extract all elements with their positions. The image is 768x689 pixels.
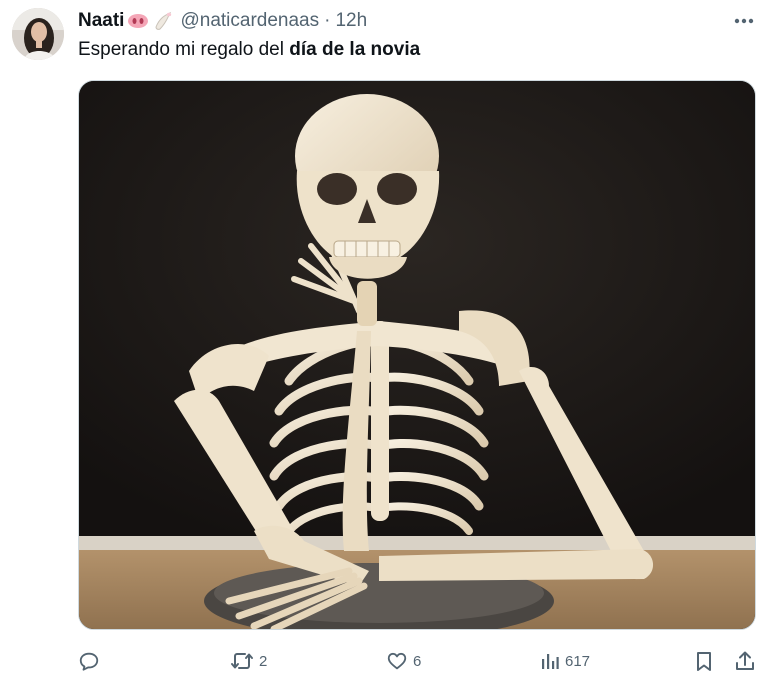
reply-icon xyxy=(79,652,99,671)
views-bar-chart-icon xyxy=(542,654,559,669)
author-display-name[interactable]: Naati xyxy=(78,10,124,32)
avatar-image xyxy=(12,8,64,60)
tweet-header: Naati @naticardenaas · 12h xyxy=(78,8,754,34)
share-icon xyxy=(736,651,754,670)
tweet-media[interactable] xyxy=(78,80,756,630)
retweet-count: 2 xyxy=(259,652,268,670)
views-button[interactable]: 617 xyxy=(540,648,590,674)
bookmark-icon xyxy=(697,652,711,671)
skeleton-waiting-image xyxy=(79,81,755,629)
like-button[interactable]: 6 xyxy=(386,648,421,674)
more-dots-icon xyxy=(734,18,754,24)
bookmark-button[interactable] xyxy=(694,648,714,674)
tweet[interactable]: Naati @naticardenaas · 12h Esperando mi … xyxy=(0,0,768,689)
author-handle[interactable]: @naticardenaas xyxy=(180,10,319,32)
tweet-text-bold: día de la novia xyxy=(289,39,421,60)
retweet-icon xyxy=(231,653,253,669)
nail-polish-icon xyxy=(152,11,174,31)
like-count: 6 xyxy=(413,652,422,670)
reply-button[interactable] xyxy=(78,648,105,674)
tweet-text-normal: Esperando mi regalo del xyxy=(78,39,290,60)
views-count: 617 xyxy=(565,652,591,670)
avatar[interactable] xyxy=(12,8,64,60)
tweet-actions: 2 6 617 xyxy=(78,648,758,674)
separator-dot: · xyxy=(324,10,331,31)
more-options-button[interactable] xyxy=(732,10,756,32)
tweet-text: Esperando mi regalo del día de la novia xyxy=(78,39,420,61)
retweet-button[interactable]: 2 xyxy=(230,648,267,674)
pig-nose-icon xyxy=(127,13,149,29)
heart-icon xyxy=(387,652,407,670)
share-button[interactable] xyxy=(734,648,756,674)
tweet-timestamp[interactable]: 12h xyxy=(335,10,367,32)
